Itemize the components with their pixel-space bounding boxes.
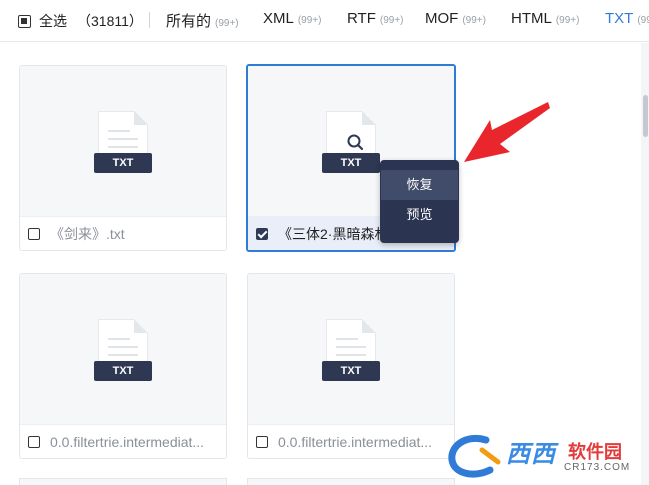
txt-file-icon: TXT <box>322 111 380 175</box>
total-file-count: （31811） <box>77 13 143 29</box>
menu-item-preview[interactable]: 预览 <box>381 200 458 230</box>
select-all-label: 全选 <box>39 13 67 29</box>
tab-all-label: 所有的 <box>166 13 212 30</box>
tab-rtf[interactable]: RTF (99+) <box>347 10 404 27</box>
file-checkbox[interactable] <box>28 227 40 240</box>
file-name: 《三体2·黑暗森林 <box>278 225 389 242</box>
file-thumbnail: TXT <box>20 274 226 426</box>
menu-item-restore[interactable]: 恢复 <box>381 170 458 200</box>
file-type-badge: TXT <box>322 361 380 381</box>
tab-all[interactable]: 所有的 (99+) <box>166 10 239 31</box>
watermark-brand-suffix: 软件园 <box>568 442 622 462</box>
file-thumbnail: TXT <box>20 66 226 218</box>
red-arrow-icon <box>464 102 550 162</box>
tab-rtf-label: RTF <box>347 10 376 27</box>
file-recovery-view: 全选 （31811） 所有的 (99+) XML (99+) RTF (99+) MO… <box>0 0 649 485</box>
watermark: 西西 软件园 CR173.COM <box>446 432 646 482</box>
file-type-badge: TXT <box>322 153 380 173</box>
txt-file-icon: TXT <box>94 319 152 383</box>
tab-txt-count: (99 <box>637 15 649 26</box>
file-name: 《剑来》.txt <box>50 225 125 242</box>
file-card[interactable]: TXT 《剑来》.txt <box>19 65 227 251</box>
tab-mof-label: MOF <box>425 10 459 27</box>
file-card-partial[interactable] <box>19 478 227 485</box>
tab-txt-label: TXT <box>605 10 634 27</box>
file-info-bar: 0.0.filtertrie.intermediat... <box>20 424 226 458</box>
scrollbar-thumb[interactable] <box>643 95 648 137</box>
filter-divider <box>149 12 150 28</box>
tab-mof-count: (99+) <box>462 15 486 26</box>
txt-file-icon: TXT <box>322 319 380 383</box>
txt-file-icon: TXT <box>94 111 152 175</box>
tab-xml-count: (99+) <box>297 15 322 26</box>
file-type-badge: TXT <box>94 153 152 173</box>
tab-xml-label: XML <box>263 10 294 27</box>
file-card-partial[interactable] <box>247 478 455 485</box>
tab-mof[interactable]: MOF (99+) <box>425 10 486 27</box>
file-checkbox[interactable] <box>256 435 268 448</box>
magnifier-icon <box>347 134 364 151</box>
tab-html-count: (99+) <box>555 15 580 26</box>
file-info-bar: 《剑来》.txt <box>20 216 226 250</box>
tab-xml[interactable]: XML (99+) <box>263 10 321 27</box>
file-card[interactable]: TXT 0.0.filtertrie.intermediat... <box>247 273 455 459</box>
select-all-checkbox[interactable] <box>18 14 31 28</box>
file-type-filter-bar: 全选 （31811） 所有的 (99+) XML (99+) RTF (99+) MO… <box>0 0 649 42</box>
tab-html-label: HTML <box>511 10 552 27</box>
file-name: 0.0.filtertrie.intermediat... <box>278 433 433 450</box>
tab-html[interactable]: HTML (99+) <box>511 10 579 27</box>
file-name: 0.0.filtertrie.intermediat... <box>50 433 205 450</box>
file-info-bar: 0.0.filtertrie.intermediat... <box>248 424 454 458</box>
file-card[interactable]: TXT 0.0.filtertrie.intermediat... <box>19 273 227 459</box>
file-type-badge: TXT <box>94 361 152 381</box>
watermark-logo-icon <box>448 435 501 478</box>
file-thumbnail: TXT <box>248 274 454 426</box>
file-checkbox[interactable] <box>28 435 40 448</box>
file-checkbox-checked[interactable] <box>256 227 268 240</box>
watermark-brand: 西西 <box>506 441 556 468</box>
tab-txt[interactable]: TXT(99 <box>605 10 649 27</box>
vertical-scrollbar[interactable] <box>641 43 649 485</box>
tab-rtf-count: (99+) <box>379 15 404 26</box>
context-menu: 恢复 预览 <box>380 160 459 243</box>
tab-all-count: (99+) <box>215 18 239 29</box>
select-all-control[interactable]: 全选 （31811） <box>18 12 143 30</box>
watermark-site: CR173.COM <box>564 462 631 473</box>
